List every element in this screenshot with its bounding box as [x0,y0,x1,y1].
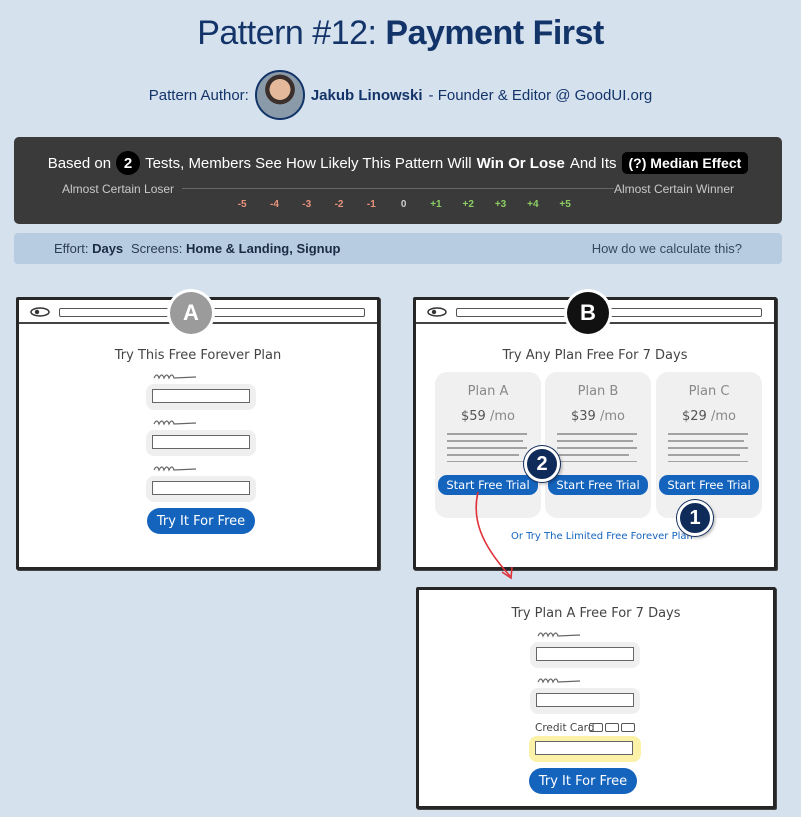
scale-tick: +2 [462,199,474,210]
effect-panel: Based on 2 Tests, Members See How Likely… [14,137,782,224]
author-role: - Founder & Editor @ GoodUI.org [428,86,653,104]
scale-tick: +4 [527,199,539,210]
variant-b-heading: Try Any Plan Free For 7 Days [502,348,688,363]
free-forever-link[interactable]: Or Try The Limited Free Forever Plan [511,531,693,542]
title-prefix: Pattern #12: [197,14,377,52]
scale-tick: +1 [430,199,442,210]
plan-price: $29 /mo [656,409,762,424]
median-effect-badge[interactable]: (?) Median Effect [621,152,749,174]
author-name[interactable]: Jakub Linowski [311,87,423,104]
step-2-badge: 2 [524,446,560,482]
form-field[interactable] [530,688,640,714]
winner-label: Almost Certain Winner [613,182,734,196]
eye-icon [30,307,50,317]
form-field[interactable] [530,642,640,668]
author-avatar [254,70,305,120]
how-calculate-link[interactable]: How do we calculate this? [592,241,742,256]
scale-tick: +5 [559,199,571,210]
and-its-text: And Its [569,154,617,172]
variant-a-badge: A [170,292,212,334]
scale-tick: -1 [366,199,376,210]
plan-name: Plan C [688,384,730,399]
price-value: $29 [682,409,707,424]
flow-arrow-icon [475,491,513,580]
feature-lines [668,433,748,462]
feature-lines [447,433,527,462]
plan-card: Plan B $39 /mo Start Free Trial [545,372,651,518]
url-bar [59,308,365,317]
screens-info: Screens: Home & Landing, Signup [131,241,340,256]
effect-scale: -5 -4 -3 -2 -1 0 +1 +2 +3 +4 +5 [226,199,581,210]
credit-card-icon [621,723,635,732]
label-squiggle [153,466,197,472]
label-squiggle [537,632,581,638]
plan-price: $39 /mo [545,409,651,424]
price-period: /mo [599,409,625,424]
scale-tick: -4 [269,199,279,210]
url-bar [456,308,762,317]
start-trial-button[interactable]: Start Free Trial [659,475,759,495]
win-lose-text: Win Or Lose [476,154,565,172]
effort-label: Effort: [54,241,89,256]
scale-tick: 0 [400,199,407,210]
feature-lines [557,433,637,462]
credit-card-field[interactable] [529,736,641,762]
variant-a-heading: Try This Free Forever Plan [114,348,282,363]
tests-text: Tests, Members See How Likely This Patte… [145,154,472,172]
effort-info: Effort: Days [54,241,123,256]
credit-card-icon [605,723,619,732]
price-value: $59 [461,409,486,424]
variant-a-mockup: Try This Free Forever Plan Try It For Fr… [16,297,380,570]
plan-card: Plan C $29 /mo Start Free Trial [656,372,762,518]
info-bar: Effort: Days Screens: Home & Landing, Si… [14,233,782,264]
title-pattern-name: Payment First [385,14,604,52]
eye-icon [427,307,447,317]
variant-b-badge: B [567,292,609,334]
loser-label: Almost Certain Loser [62,182,175,196]
page-title: Pattern #12: Payment First [0,14,801,53]
effect-headline: Based on 2 Tests, Members See How Likely… [14,151,782,175]
scale-line [182,188,614,189]
based-on-text: Based on [47,154,112,172]
scale-tick: -5 [237,199,247,210]
price-period: /mo [710,409,736,424]
label-squiggle [153,420,197,426]
screens-value: Home & Landing, Signup [185,241,341,256]
label-squiggle [153,374,197,380]
form-field[interactable] [146,430,256,456]
variant-b-mockup: Try Any Plan Free For 7 Days Plan A $59 … [413,297,777,570]
variant-b-checkout-mockup: Try Plan A Free For 7 Days Credit Card T… [416,587,776,809]
label-squiggle [537,678,581,684]
effort-value: Days [92,241,124,256]
form-field[interactable] [146,476,256,502]
scale-tick: -2 [334,199,344,210]
scale-tick: -3 [302,199,312,210]
author-label: Pattern Author: [148,86,249,104]
price-value: $39 [571,409,596,424]
credit-card-icon [589,723,603,732]
author-row: Pattern Author: Jakub Linowski - Founder… [0,70,801,120]
screens-label: Screens: [131,241,183,256]
plan-price: $59 /mo [435,409,541,424]
checkout-heading: Try Plan A Free For 7 Days [511,606,681,621]
form-field[interactable] [146,384,256,410]
try-free-button[interactable]: Try It For Free [529,768,637,794]
credit-card-label: Credit Card [535,722,595,734]
plan-name: Plan A [467,384,509,399]
price-period: /mo [489,409,515,424]
scale-tick: +3 [494,199,507,210]
tests-count-badge: 2 [116,151,141,175]
start-trial-button[interactable]: Start Free Trial [548,475,648,495]
step-1-badge: 1 [677,500,713,536]
try-free-button[interactable]: Try It For Free [147,508,255,534]
plan-name: Plan B [577,384,619,399]
